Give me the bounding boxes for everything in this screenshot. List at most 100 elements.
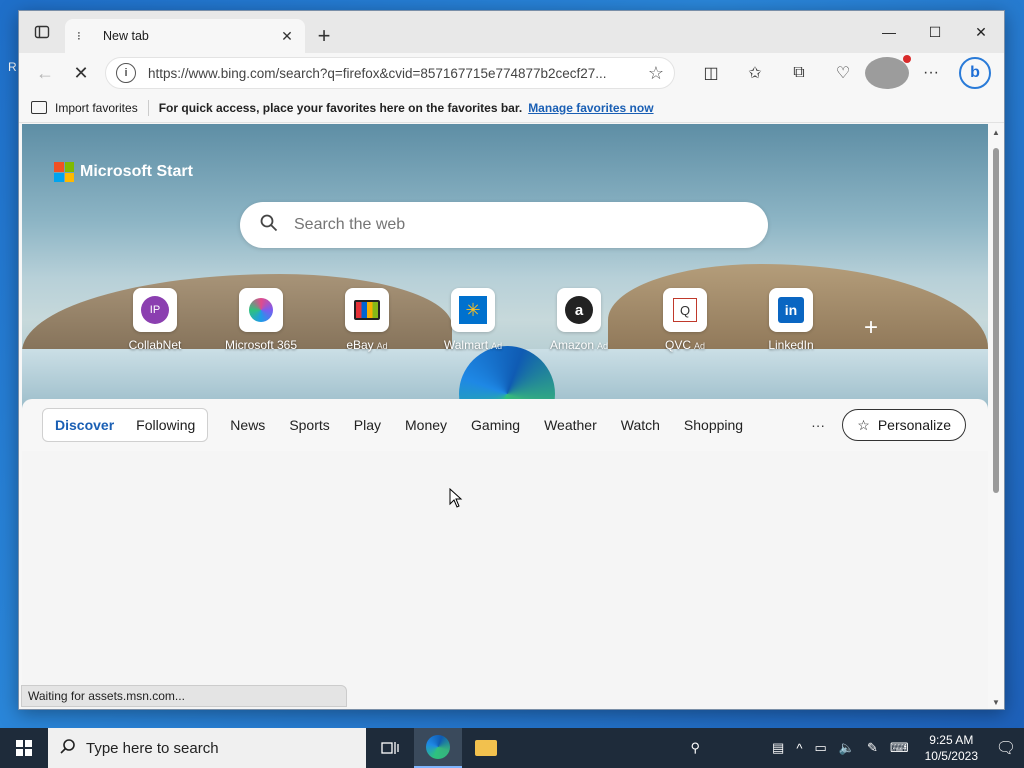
- scroll-up-icon[interactable]: ▲: [992, 128, 1000, 137]
- quick-link-ebay[interactable]: eBay Ad: [314, 288, 420, 352]
- feed-toggle: Discover Following: [42, 408, 209, 442]
- taskbar-search[interactable]: Type here to search: [48, 728, 366, 768]
- close-icon[interactable]: ✕: [958, 11, 1004, 53]
- tile-label-row: Amazon Ad: [550, 338, 608, 352]
- windows-logo-icon: [16, 740, 32, 756]
- qvc-icon: Q: [673, 298, 697, 322]
- collections-icon[interactable]: ⧉: [777, 57, 821, 89]
- manage-favorites-link[interactable]: Manage favorites now: [528, 101, 653, 115]
- feed-link-money[interactable]: Money: [405, 417, 447, 433]
- tab-actions-button[interactable]: [19, 11, 65, 53]
- feed-link-watch[interactable]: Watch: [621, 417, 660, 433]
- tab-following[interactable]: Following: [136, 417, 195, 433]
- volume-icon[interactable]: 🔈: [839, 740, 855, 756]
- personalize-button[interactable]: ☆ Personalize: [842, 409, 966, 441]
- task-view-button[interactable]: [366, 728, 414, 768]
- people-icon[interactable]: ⚲: [691, 740, 701, 756]
- quick-link-amazon[interactable]: a Amazon Ad: [526, 288, 632, 352]
- tab-title: New tab: [103, 29, 149, 43]
- search-icon: [260, 214, 278, 237]
- taskbar-search-placeholder: Type here to search: [86, 739, 219, 757]
- taskbar-file-explorer-button[interactable]: [462, 728, 510, 768]
- feed-link-gaming[interactable]: Gaming: [471, 417, 520, 433]
- address-bar[interactable]: i https://www.bing.com/search?q=firefox&…: [105, 57, 675, 89]
- collabnet-icon: IP: [141, 296, 169, 324]
- status-bar: Waiting for assets.msn.com...: [21, 685, 347, 707]
- personalize-label: Personalize: [877, 417, 951, 433]
- feed-link-news[interactable]: News: [230, 417, 265, 433]
- more-feed-links-icon[interactable]: ···: [811, 417, 825, 433]
- site-info-icon[interactable]: i: [116, 63, 136, 83]
- tile-label-row: QVC Ad: [665, 338, 705, 352]
- window-controls: — ☐ ✕: [866, 11, 1004, 53]
- page-scrollbar[interactable]: ▲ ▼: [990, 124, 1002, 709]
- search-icon: [60, 738, 76, 759]
- browser-essentials-icon[interactable]: ♡: [821, 57, 865, 89]
- feed-links: News Sports Play Money Gaming Weather Wa…: [230, 417, 767, 433]
- bing-chat-button[interactable]: b: [959, 57, 991, 89]
- quick-link-walmart[interactable]: ✳ Walmart Ad: [420, 288, 526, 352]
- import-favorites-button[interactable]: Import favorites: [55, 101, 138, 115]
- scroll-down-icon[interactable]: ▼: [992, 698, 1000, 707]
- quick-link-collabnet[interactable]: IP CollabNet: [102, 288, 208, 352]
- microsoft-start-brand[interactable]: Microsoft Start: [54, 162, 193, 182]
- ad-badge: Ad: [694, 341, 706, 351]
- url-text: https://www.bing.com/search?q=firefox&cv…: [148, 65, 607, 81]
- clock-time: 9:25 AM: [929, 733, 974, 747]
- keyboard-layout-icon[interactable]: ▤: [772, 740, 784, 756]
- settings-more-icon[interactable]: ···: [909, 57, 953, 89]
- taskbar-edge-button[interactable]: [414, 728, 462, 768]
- touch-keyboard-icon[interactable]: ⌨: [890, 740, 909, 756]
- web-search-box[interactable]: [240, 202, 768, 248]
- sparkle-icon: ☆: [857, 416, 870, 433]
- network-icon[interactable]: ▭: [814, 740, 826, 756]
- show-hidden-icons-icon[interactable]: ^: [796, 741, 802, 756]
- quick-link-linkedin[interactable]: in LinkedIn: [738, 288, 844, 352]
- avatar: [865, 55, 911, 89]
- clock-date: 10/5/2023: [924, 749, 978, 763]
- browser-window: ⁝ New tab ✕ + — ☐ ✕ ← ✕ i https://www.bi…: [18, 10, 1005, 710]
- search-input[interactable]: [294, 216, 714, 234]
- feed-navigation: Discover Following News Sports Play Mone…: [22, 399, 988, 451]
- tile-icon-box: a: [557, 288, 601, 332]
- ad-badge: Ad: [597, 341, 609, 351]
- profile-button[interactable]: [865, 55, 911, 89]
- tab-discover[interactable]: Discover: [55, 417, 114, 433]
- new-tab-button[interactable]: +: [307, 19, 341, 53]
- favorites-icon[interactable]: ✩: [733, 57, 777, 89]
- notification-center-icon[interactable]: 🗨: [988, 728, 1024, 768]
- feed-link-sports[interactable]: Sports: [289, 417, 329, 433]
- minimize-icon[interactable]: —: [866, 11, 912, 53]
- clock[interactable]: 9:25 AM 10/5/2023: [925, 732, 978, 764]
- tile-icon-box: [345, 288, 389, 332]
- tab-new-tab[interactable]: ⁝ New tab ✕: [65, 19, 305, 53]
- scroll-thumb[interactable]: [993, 148, 999, 493]
- feed-link-weather[interactable]: Weather: [544, 417, 597, 433]
- tile-icon-box: Q: [663, 288, 707, 332]
- ebay-bag-icon: [354, 300, 380, 320]
- start-button[interactable]: [0, 728, 48, 768]
- tile-label-row: Walmart Ad: [444, 338, 502, 352]
- toolbar-icons: ◫ ✩ ⧉ ♡ ···: [689, 55, 953, 89]
- feed-link-shopping[interactable]: Shopping: [684, 417, 743, 433]
- tile-icon-box: [239, 288, 283, 332]
- tile-label: CollabNet: [128, 338, 182, 352]
- feed-link-play[interactable]: Play: [354, 417, 381, 433]
- taskbar: Type here to search ⚲ ▤ ^ ▭ 🔈 ✎ ⌨ 9:25 A…: [0, 728, 1024, 768]
- maximize-icon[interactable]: ☐: [912, 11, 958, 53]
- tile-label-row: Microsoft 365: [225, 338, 297, 352]
- favorite-star-icon[interactable]: ☆: [648, 63, 664, 84]
- brand-text: Microsoft Start: [80, 163, 193, 180]
- quick-link-qvc[interactable]: Q QVC Ad: [632, 288, 738, 352]
- task-view-icon: [381, 742, 399, 754]
- system-tray: ⚲ ▤ ^ ▭ 🔈 ✎ ⌨ 9:25 AM 10/5/2023 🗨: [685, 728, 1024, 768]
- back-button[interactable]: ←: [27, 57, 63, 89]
- quick-link-microsoft-365[interactable]: Microsoft 365: [208, 288, 314, 352]
- tile-icon-box: in: [769, 288, 813, 332]
- split-screen-icon[interactable]: ◫: [689, 57, 733, 89]
- add-quick-link-icon[interactable]: +: [864, 314, 878, 342]
- tab-close-icon[interactable]: ✕: [277, 28, 297, 45]
- page-content: Microsoft Start IP CollabNet: [22, 124, 988, 709]
- pen-icon[interactable]: ✎: [867, 740, 878, 756]
- stop-loading-button[interactable]: ✕: [63, 57, 99, 89]
